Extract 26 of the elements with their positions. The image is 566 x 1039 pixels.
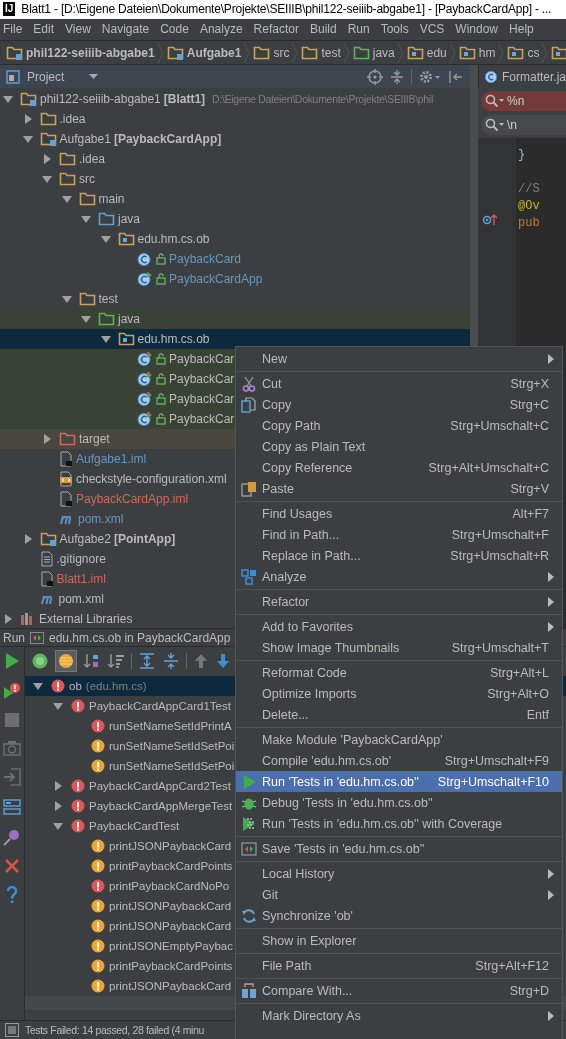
shortcut-hint: Strg+D — [509, 983, 549, 998]
shortcut-hint: Entf — [526, 707, 549, 722]
shortcut-hint: Strg+Alt+O — [487, 686, 549, 701]
panel-label: Run — [3, 630, 25, 645]
window-title: Blatt1 - [D:\Eigene Dateien\Dokumente\Projekte\SEIIIB\phil122-seiiib-abgabe1] - [PaybackCardApp] - ... — [21, 2, 552, 17]
shortcut-hint: Strg+Umschalt+F10 — [437, 774, 549, 789]
code-line: @Ov — [518, 199, 540, 214]
code-line: pub — [518, 216, 540, 231]
status-text: Tests Failed: 14 passed, 28 failed (4 minu — [25, 1024, 205, 1037]
shortcut-hint: Strg+Alt+L — [489, 665, 549, 680]
shortcut-hint: Strg+Umschalt+R — [450, 548, 549, 563]
shortcut-hint: Strg+Umschalt+F9 — [444, 753, 549, 768]
code-line: } — [518, 148, 526, 163]
shortcut-hint: Strg+Alt+Umschalt+C — [428, 460, 549, 475]
shortcut-hint: Strg+Alt+F12 — [475, 958, 549, 973]
code-line: //S — [518, 182, 540, 197]
shortcut-hint: Strg+Umschalt+F — [451, 527, 549, 542]
package-hint: (edu.hm.cs) — [85, 680, 147, 693]
shortcut-hint: Strg+Umschalt+C — [450, 418, 549, 433]
shortcut-hint: Strg+C — [509, 397, 549, 412]
shortcut-hint: Strg+X — [510, 376, 549, 391]
app-logo: IJ — [3, 2, 16, 17]
shortcut-hint: Strg+Umschalt+T — [451, 640, 549, 655]
path-hint: D:\Eigene Dateien\Dokumente\Projekte\SEIIIB\phil — [212, 93, 433, 106]
shortcut-hint: Alt+F7 — [512, 506, 549, 521]
shortcut-hint: Strg+V — [510, 481, 549, 496]
